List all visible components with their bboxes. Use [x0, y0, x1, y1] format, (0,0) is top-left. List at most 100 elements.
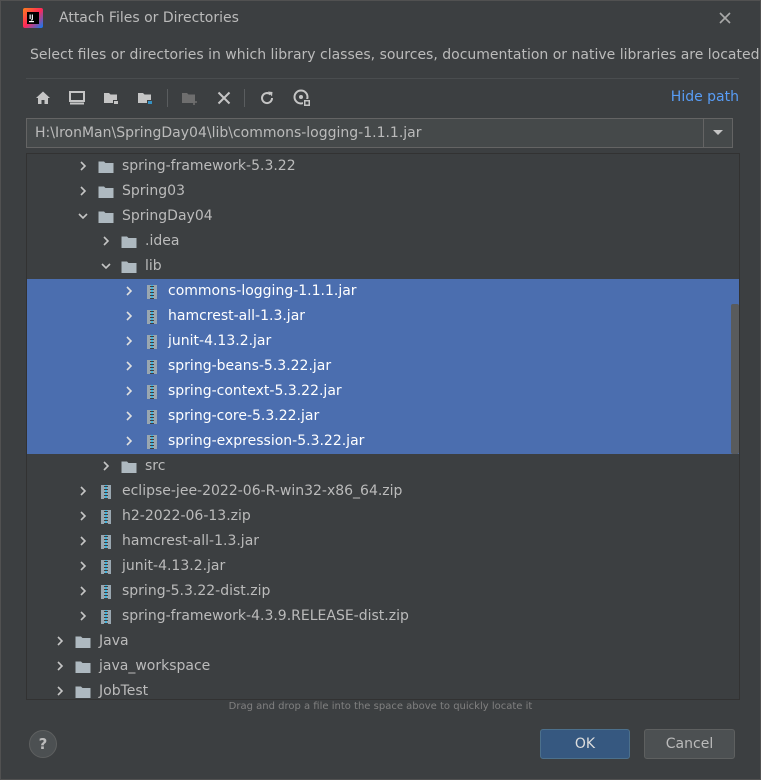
- chevron-right-icon[interactable]: [54, 685, 66, 697]
- path-dropdown-button[interactable]: [703, 119, 732, 147]
- tree-row[interactable]: Java: [27, 629, 739, 654]
- tree-row-label: JobTest: [99, 683, 149, 699]
- tree-row[interactable]: junit-4.13.2.jar: [27, 329, 739, 354]
- chevron-right-icon[interactable]: [77, 185, 89, 197]
- chevron-right-icon[interactable]: [54, 635, 66, 647]
- chevron-right-icon[interactable]: [100, 235, 112, 247]
- new-folder-button[interactable]: [179, 87, 201, 109]
- hide-path-link[interactable]: Hide path: [671, 89, 739, 105]
- folder-icon: [121, 261, 137, 273]
- tree-row-label: spring-expression-5.3.22.jar: [168, 433, 365, 449]
- chevron-right-icon[interactable]: [100, 460, 112, 472]
- tree-row-label: Spring03: [122, 183, 185, 199]
- archive-icon: [147, 360, 157, 374]
- chevron-down-icon[interactable]: [77, 210, 89, 222]
- tree-row[interactable]: spring-framework-5.3.22: [27, 154, 739, 179]
- module-icon: [138, 93, 153, 105]
- toolbar: Hide path: [26, 78, 739, 117]
- tree-row[interactable]: spring-expression-5.3.22.jar: [27, 429, 739, 454]
- archive-icon: [147, 335, 157, 349]
- chevron-right-icon[interactable]: [54, 660, 66, 672]
- cancel-button[interactable]: Cancel: [644, 729, 735, 759]
- archive-icon: [147, 435, 157, 449]
- tree-row[interactable]: Spring03: [27, 179, 739, 204]
- chevron-down-icon[interactable]: [100, 260, 112, 272]
- refresh-button[interactable]: [256, 87, 278, 109]
- tree-row[interactable]: .idea: [27, 229, 739, 254]
- tree-row[interactable]: commons-logging-1.1.1.jar: [27, 279, 739, 304]
- chevron-right-icon[interactable]: [123, 360, 135, 372]
- show-hidden-button[interactable]: [291, 87, 313, 109]
- archive-icon: [101, 535, 111, 549]
- chevron-right-icon[interactable]: [123, 435, 135, 447]
- tree-row[interactable]: hamcrest-all-1.3.jar: [27, 529, 739, 554]
- tree-row-label: SpringDay04: [122, 208, 213, 224]
- chevron-right-icon[interactable]: [77, 610, 89, 622]
- tree-row[interactable]: java_workspace: [27, 654, 739, 679]
- folder-icon: [98, 186, 114, 198]
- archive-icon: [101, 585, 111, 599]
- chevron-right-icon[interactable]: [77, 560, 89, 572]
- chevron-right-icon[interactable]: [123, 335, 135, 347]
- path-input[interactable]: [27, 119, 703, 147]
- tree-row-label: eclipse-jee-2022-06-R-win32-x86_64.zip: [122, 483, 403, 499]
- folder-icon: [121, 461, 137, 473]
- tree-row-label: spring-beans-5.3.22.jar: [168, 358, 332, 374]
- chevron-right-icon[interactable]: [123, 385, 135, 397]
- chevron-right-icon[interactable]: [123, 310, 135, 322]
- drag-drop-hint: Drag and drop a file into the space abov…: [228, 701, 533, 712]
- chevron-right-icon[interactable]: [77, 535, 89, 547]
- tree-row[interactable]: SpringDay04: [27, 204, 739, 229]
- chevron-right-icon[interactable]: [77, 585, 89, 597]
- delete-button[interactable]: [213, 87, 235, 109]
- archive-icon: [101, 510, 111, 524]
- ok-button[interactable]: OK: [540, 729, 630, 759]
- chevron-right-icon[interactable]: [77, 160, 89, 172]
- tree-row-label: junit-4.13.2.jar: [168, 333, 272, 349]
- tree-row[interactable]: junit-4.13.2.jar: [27, 554, 739, 579]
- project-button[interactable]: [101, 87, 123, 109]
- tree-scrollbar[interactable]: [731, 304, 739, 454]
- help-button[interactable]: ?: [29, 730, 57, 758]
- tree-row-label: java_workspace: [99, 658, 211, 674]
- tree-row-label: src: [145, 458, 166, 474]
- home-button[interactable]: [32, 87, 54, 109]
- dialog-description: Select files or directories in which lib…: [30, 47, 760, 63]
- chevron-right-icon[interactable]: [123, 285, 135, 297]
- tree-row-label: spring-context-5.3.22.jar: [168, 383, 342, 399]
- tree-row[interactable]: spring-beans-5.3.22.jar: [27, 354, 739, 379]
- delete-icon: [217, 91, 231, 105]
- toolbar-separator: [167, 89, 168, 107]
- tree-row-label: spring-5.3.22-dist.zip: [122, 583, 271, 599]
- tree-row[interactable]: h2-2022-06-13.zip: [27, 504, 739, 529]
- folder-icon: [98, 161, 114, 173]
- tree-row[interactable]: spring-context-5.3.22.jar: [27, 379, 739, 404]
- tree-row[interactable]: eclipse-jee-2022-06-R-win32-x86_64.zip: [27, 479, 739, 504]
- new-folder-icon: [182, 93, 197, 105]
- close-icon[interactable]: [716, 9, 734, 27]
- folder-icon: [75, 636, 91, 648]
- tree-row[interactable]: JobTest: [27, 679, 739, 699]
- module-button[interactable]: [135, 87, 157, 109]
- tree-row[interactable]: spring-core-5.3.22.jar: [27, 404, 739, 429]
- toolbar-separator: [244, 89, 245, 107]
- tree-row[interactable]: spring-5.3.22-dist.zip: [27, 579, 739, 604]
- tree-row[interactable]: spring-framework-4.3.9.RELEASE-dist.zip: [27, 604, 739, 629]
- tree-row-label: hamcrest-all-1.3.jar: [122, 533, 260, 549]
- file-tree[interactable]: spring-framework-5.3.22 Spring03 SpringDay…: [26, 153, 740, 700]
- tree-row[interactable]: hamcrest-all-1.3.jar: [27, 304, 739, 329]
- tree-row-label: spring-core-5.3.22.jar: [168, 408, 320, 424]
- chevron-right-icon[interactable]: [77, 485, 89, 497]
- dialog-title: Attach Files or Directories: [59, 10, 239, 26]
- desktop-icon: [69, 91, 85, 105]
- tree-row-label: lib: [145, 258, 162, 274]
- chevron-right-icon[interactable]: [123, 410, 135, 422]
- tree-row[interactable]: lib: [27, 254, 739, 279]
- path-combo: [26, 118, 733, 148]
- chevron-right-icon[interactable]: [77, 510, 89, 522]
- archive-icon: [147, 310, 157, 324]
- attach-files-dialog: IJ Attach Files or Directories Select fi…: [0, 0, 761, 780]
- archive-icon: [147, 285, 157, 299]
- tree-row[interactable]: src: [27, 454, 739, 479]
- desktop-button[interactable]: [66, 87, 88, 109]
